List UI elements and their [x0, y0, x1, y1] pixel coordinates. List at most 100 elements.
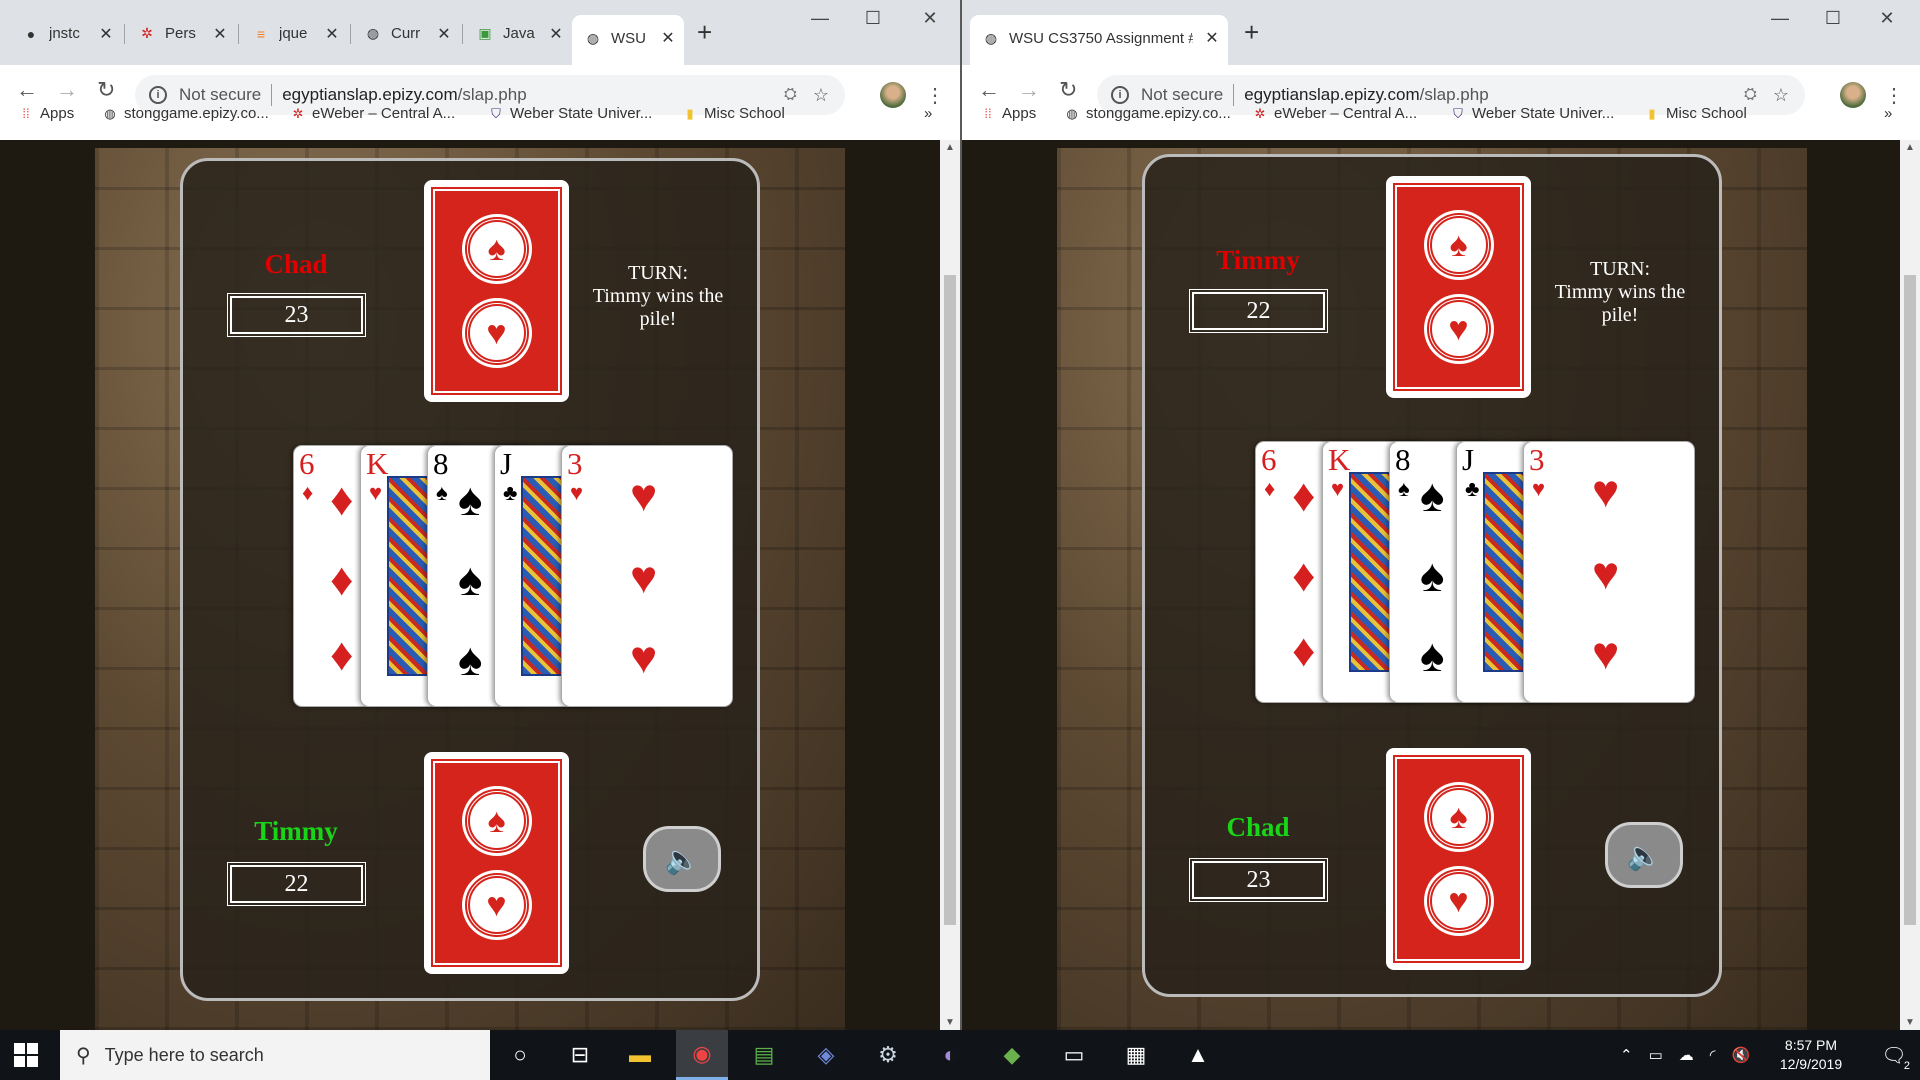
bookmark-apps[interactable]: ⁞⁞ Apps — [18, 105, 74, 122]
minimize-button[interactable]: — — [1760, 8, 1800, 29]
globe-icon: ◍ — [984, 29, 998, 46]
top-player-name: Chad — [264, 249, 328, 279]
maximize-button[interactable]: ☐ — [853, 8, 893, 29]
java-icon: ▣ — [478, 25, 492, 41]
translate-icon[interactable]: ⛭ — [784, 86, 797, 104]
notepad-icon[interactable]: ▤ — [738, 1030, 790, 1080]
card-pile[interactable]: 6♦♦♦♦ K♥♥ 8♠♠♠♠ J♣♣ 3♥♥♥♥ — [293, 445, 735, 707]
cortana-icon[interactable]: ○ — [494, 1030, 546, 1080]
tab[interactable]: ● jnstc ✕ — [10, 17, 122, 50]
avatar[interactable] — [1840, 82, 1866, 108]
bottom-player-deck[interactable]: ♠ ♥ — [1386, 748, 1531, 970]
close-tab-icon[interactable]: ✕ — [1202, 28, 1222, 48]
shield-icon: ⛉ — [1453, 105, 1463, 121]
globe-icon: ◍ — [1066, 105, 1078, 121]
forward-icon[interactable]: → — [1018, 77, 1040, 103]
calculator-icon[interactable]: ▦ — [1110, 1030, 1162, 1080]
top-player-deck[interactable]: ♠ ♥ — [424, 180, 569, 402]
folder-icon: ▮ — [1648, 105, 1656, 121]
top-player-score: 22 — [1189, 289, 1328, 333]
steam-icon[interactable]: ⚙ — [862, 1030, 914, 1080]
globe-icon: ◍ — [366, 25, 380, 41]
bookmark-apps[interactable]: ⁞⁞ Apps — [980, 105, 1036, 122]
minimize-button[interactable]: — — [800, 8, 840, 29]
close-tab-icon[interactable]: ✕ — [210, 24, 230, 44]
top-player-score: 23 — [227, 293, 366, 337]
bookmark-star-icon[interactable]: ☆ — [1773, 85, 1789, 106]
shield-icon: ⛉ — [491, 105, 501, 121]
close-window-button[interactable]: ✕ — [910, 8, 950, 29]
search-placeholder: Type here to search — [104, 1044, 264, 1065]
battery-icon[interactable]: ▭ — [1649, 1046, 1663, 1064]
new-tab-button[interactable]: + — [697, 17, 712, 47]
cloud-icon[interactable]: ☁ — [1679, 1046, 1694, 1064]
bookmark-item[interactable]: ✲ eWeber – Central A... — [1252, 105, 1418, 122]
gear-icon: ✲ — [141, 25, 153, 41]
bottom-player-name: Chad — [1226, 812, 1290, 842]
avatar[interactable] — [880, 82, 906, 108]
bookmark-star-icon[interactable]: ☆ — [813, 85, 829, 106]
windows-start-button[interactable] — [14, 1043, 38, 1067]
sound-toggle-button[interactable]: 🔈 — [643, 826, 721, 892]
close-tab-icon[interactable]: ✕ — [658, 28, 678, 48]
tab[interactable]: ◍ Curr ✕ — [352, 17, 460, 50]
bookmarks-overflow[interactable]: » — [1884, 105, 1892, 122]
bookmark-folder[interactable]: ▮ Misc School — [682, 105, 784, 122]
back-icon[interactable]: ← — [978, 77, 1000, 103]
task-view-icon[interactable]: ⊟ — [554, 1030, 606, 1080]
chevron-up-icon[interactable]: ⌃ — [1620, 1046, 1633, 1064]
tab-active[interactable]: ◍ WSU ✕ — [572, 15, 684, 65]
eclipse-icon[interactable]: ◐ — [924, 1030, 976, 1080]
bookmark-folder[interactable]: ▮ Misc School — [1644, 105, 1746, 122]
app-icon[interactable]: ◆ — [986, 1030, 1038, 1080]
close-window-button[interactable]: ✕ — [1867, 8, 1907, 29]
bookmark-item[interactable]: ◍ stonggame.epizy.co... — [1064, 105, 1230, 122]
card-pile[interactable]: 6♦♦♦♦ K♥♥ 8♠♠♠♠ J♣♣ 3♥♥♥♥ — [1255, 441, 1697, 703]
bookmark-item[interactable]: ⛉ Weber State Univer... — [1450, 105, 1614, 122]
bookmark-item[interactable]: ⛉ Weber State Univer... — [488, 105, 652, 122]
clock[interactable]: 8:57 PM 12/9/2019 — [1761, 1036, 1861, 1074]
chrome-icon[interactable]: ◉ — [676, 1030, 728, 1080]
tab[interactable]: ≡ jque ✕ — [240, 17, 348, 50]
reload-icon[interactable]: ↻ — [1059, 77, 1077, 103]
terminal-icon[interactable]: ▭ — [1048, 1030, 1100, 1080]
translate-icon[interactable]: ⛭ — [1744, 86, 1757, 104]
close-tab-icon[interactable]: ✕ — [546, 24, 566, 44]
close-tab-icon[interactable]: ✕ — [434, 24, 454, 44]
vertical-scrollbar[interactable]: ▲ ▼ — [940, 140, 960, 1030]
notification-center-icon[interactable]: 🗨 2 — [1868, 1030, 1920, 1080]
back-icon[interactable]: ← — [16, 77, 38, 103]
vertical-scrollbar[interactable]: ▲ ▼ — [1900, 140, 1920, 1030]
security-label: Not secure — [1141, 85, 1224, 104]
wifi-icon[interactable]: ◜ — [1710, 1046, 1716, 1064]
close-tab-icon[interactable]: ✕ — [322, 24, 342, 44]
tab-active[interactable]: ◍ WSU CS3750 Assignment #2 ✕ — [970, 15, 1228, 65]
close-tab-icon[interactable]: ✕ — [96, 24, 116, 44]
tab-title: Java — [503, 25, 535, 42]
turn-status: TURN: Timmy wins the pile! — [1554, 258, 1686, 326]
bookmarks-overflow[interactable]: » — [924, 105, 932, 122]
bookmark-item[interactable]: ✲ eWeber – Central A... — [290, 105, 456, 122]
url-text: egyptianslap.epizy.com/slap.php — [1244, 85, 1489, 104]
bookmark-item[interactable]: ◍ stonggame.epizy.co... — [102, 105, 268, 122]
tab-title: WSU — [611, 29, 646, 47]
taskbar-search-box[interactable]: ⚲ Type here to search — [60, 1030, 490, 1080]
volume-muted-icon[interactable]: 🔇 — [1732, 1046, 1751, 1064]
tab[interactable]: ▣ Java ✕ — [464, 17, 572, 50]
discord-icon[interactable]: ◈ — [800, 1030, 852, 1080]
file-explorer-icon[interactable]: ▬ — [614, 1030, 666, 1080]
photos-icon[interactable]: ▲ — [1172, 1030, 1224, 1080]
gear-icon: ✲ — [292, 105, 304, 121]
folder-icon: ▮ — [686, 105, 694, 121]
bottom-player-deck[interactable]: ♠ ♥ — [424, 752, 569, 974]
notification-count: 2 — [1903, 1060, 1910, 1072]
tab[interactable]: ✲ Pers ✕ — [126, 17, 236, 50]
forward-icon[interactable]: → — [56, 77, 78, 103]
new-tab-button[interactable]: + — [1244, 17, 1259, 47]
security-label: Not secure — [179, 85, 262, 104]
maximize-button[interactable]: ☐ — [1813, 8, 1853, 29]
reload-icon[interactable]: ↻ — [97, 77, 115, 103]
sound-toggle-button[interactable]: 🔈 — [1605, 822, 1683, 888]
top-player-deck[interactable]: ♠ ♥ — [1386, 176, 1531, 398]
turn-status: TURN: Timmy wins the pile! — [592, 262, 724, 330]
